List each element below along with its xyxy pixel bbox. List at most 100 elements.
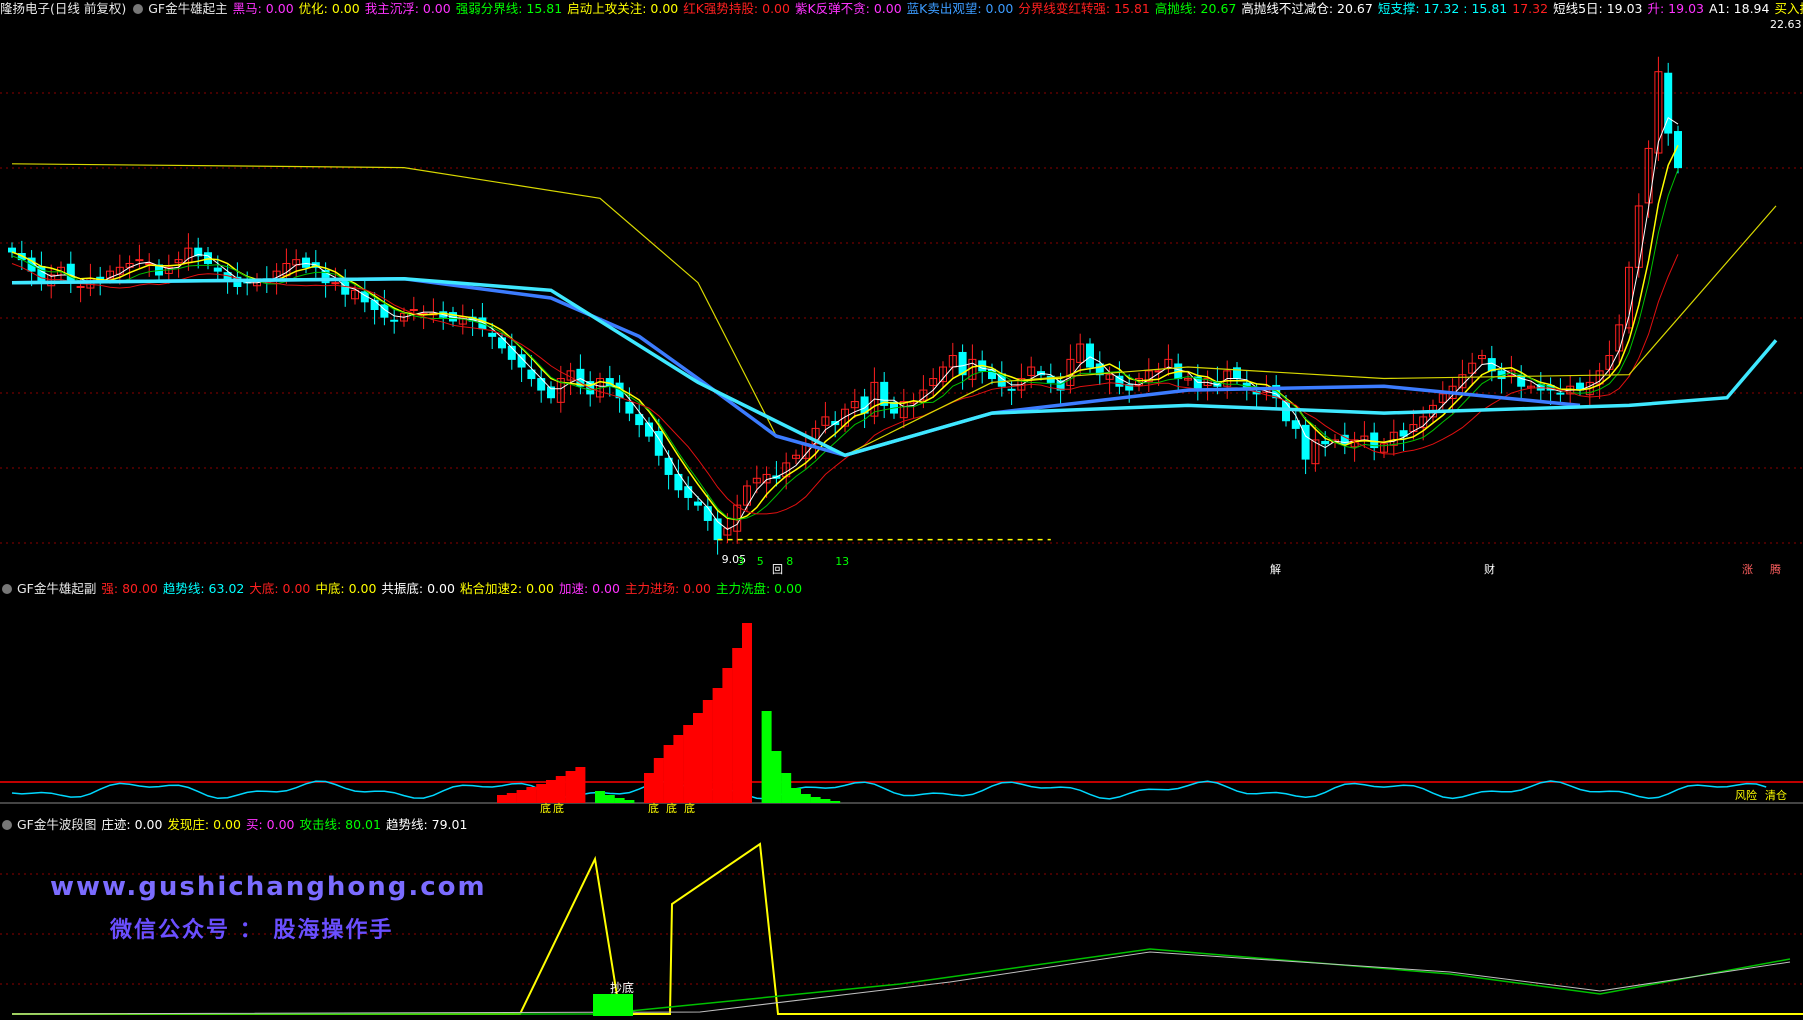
indicator-menu-icon[interactable] <box>2 584 12 594</box>
candle-body <box>1556 392 1565 395</box>
sub-label: 风险 <box>1735 788 1757 802</box>
sub-header: GF金牛雄起副 强: 80.00 趋势线: 63.02 大底: 0.00 中底: 0.0… <box>0 580 1803 598</box>
sub-label: 底 <box>666 801 677 813</box>
bar-green <box>604 795 615 803</box>
main-header-item: 启动上攻关注: 0.00 <box>567 1 679 16</box>
bar-green <box>810 797 821 803</box>
bar-green <box>761 711 772 803</box>
main-indicator-name[interactable]: GF金牛雄起主 <box>148 1 227 16</box>
main-candlestick-chart[interactable]: 9.0522.633 5 8 13回解财涨腾 <box>0 18 1803 578</box>
bottom-tag: 财 <box>1484 562 1495 576</box>
bar-red <box>497 795 507 803</box>
candle-body <box>694 501 702 506</box>
sub-header-item: 主力进场: 0.00 <box>624 581 711 596</box>
wave-header-item: 买: 0.00 <box>245 817 295 832</box>
bar-red <box>702 700 713 803</box>
sub-label: 底 <box>684 801 695 813</box>
sub-label: 清仓 <box>1765 788 1787 802</box>
bar-red <box>732 648 743 803</box>
bottom-tag: 解 <box>1270 562 1281 576</box>
ma10-line <box>11 254 1679 515</box>
main-header-item: 黑马: 0.00 <box>232 1 294 16</box>
bottom-tag: 涨 <box>1742 563 1753 576</box>
candle-body <box>684 486 693 498</box>
main-header-item: 升: 19.03 <box>1647 1 1704 16</box>
trend-line <box>11 780 1767 800</box>
bar-green <box>624 800 635 803</box>
ma6-line <box>11 169 1679 521</box>
bar-green <box>614 798 625 803</box>
main-stock-name[interactable]: 隆扬电子(日线 前复权) <box>0 1 126 16</box>
bar-red <box>742 623 752 803</box>
candle-body <box>390 319 399 322</box>
main-header-item: 分界线变红转强: 15.81 <box>1018 1 1150 16</box>
sub-header-item: 强: 80.00 <box>101 581 158 596</box>
bottom-tag: 回 <box>772 563 783 576</box>
sub-indicator-name[interactable]: GF金牛雄起副 <box>17 581 96 596</box>
main-header-item: 蓝K卖出观望: 0.00 <box>906 1 1014 16</box>
bar-red <box>663 745 674 803</box>
candle-body <box>76 285 85 288</box>
candle-body <box>135 259 144 262</box>
candle-body <box>302 257 310 268</box>
candle-body <box>1291 420 1300 429</box>
indicator-menu-icon[interactable] <box>133 4 144 14</box>
sub-header-item: 粘合加速2: 0.00 <box>459 581 554 596</box>
bar-green <box>781 773 792 803</box>
bar-green <box>771 751 782 803</box>
sub-indicator-chart[interactable]: 底底底底底风险 清仓 <box>0 598 1803 813</box>
candle-body <box>66 263 75 284</box>
bar-red <box>526 787 537 803</box>
wave-header-item: 庄迹: 0.00 <box>101 817 163 832</box>
candle-body <box>8 247 16 253</box>
main-header-item: 强弱分界线: 15.81 <box>455 1 563 16</box>
main-header-item: A1: 18.94 <box>1708 1 1770 16</box>
candle-body <box>409 309 418 312</box>
bar-green <box>800 794 811 803</box>
candle-body <box>1115 375 1124 387</box>
candle-body <box>1086 343 1094 368</box>
candle-body <box>988 368 996 380</box>
candle-body <box>1007 388 1016 391</box>
sub-label: 底 <box>540 801 551 813</box>
candle-body <box>370 299 379 311</box>
main-header-item: 我主沉浮: 0.00 <box>364 1 451 16</box>
candle-body <box>625 401 634 414</box>
count-label: 5 <box>757 555 764 568</box>
candle-body <box>703 506 712 521</box>
wave-indicator-name[interactable]: GF金牛波段图 <box>17 817 96 832</box>
count-label: 3 <box>737 555 744 568</box>
sub-header-item: 共振底: 0.00 <box>381 581 455 596</box>
trend-line <box>11 951 1791 1015</box>
watermark-url: www.gushichanghong.com <box>50 872 487 902</box>
main-header-item: 高抛线不过减仓: 20.67 <box>1241 1 1373 16</box>
bottom-pick-block <box>593 994 633 1016</box>
wave-header-item: 趋势线: 79.01 <box>385 817 468 832</box>
sub-header-item: 趋势线: 63.02 <box>162 581 245 596</box>
count-label: 8 <box>786 555 793 568</box>
bar-red <box>575 767 586 803</box>
sub-header-item: 中底: 0.00 <box>315 581 377 596</box>
indicator-menu-icon[interactable] <box>2 820 12 830</box>
bar-red <box>565 771 576 803</box>
bar-red <box>546 780 556 803</box>
count-label: 13 <box>835 555 849 568</box>
candle-body <box>331 282 340 285</box>
watermark-wechat: 微信公众号 ： 股海操作手 <box>110 918 394 943</box>
candle-body <box>1321 440 1330 445</box>
wave-header: GF金牛波段图 庄迹: 0.00 发现庄: 0.00 买: 0.00 攻击线: 80.0… <box>0 816 1803 834</box>
sub-header-item: 加速: 0.00 <box>558 581 620 596</box>
bar-red <box>693 713 703 803</box>
main-header-item: 短线5日: 19.03 <box>1553 1 1643 16</box>
bar-green <box>820 799 831 803</box>
main-header-item: 17.32 <box>1512 1 1549 16</box>
bar-red <box>722 668 733 803</box>
ma5-line <box>11 144 1679 521</box>
bar-red <box>536 784 547 803</box>
candle-body <box>213 267 222 272</box>
bar-green <box>595 791 605 803</box>
sub-label: 底 <box>648 801 659 813</box>
bar-red <box>653 758 664 803</box>
bar-green <box>791 788 801 803</box>
candle-body <box>488 332 497 337</box>
